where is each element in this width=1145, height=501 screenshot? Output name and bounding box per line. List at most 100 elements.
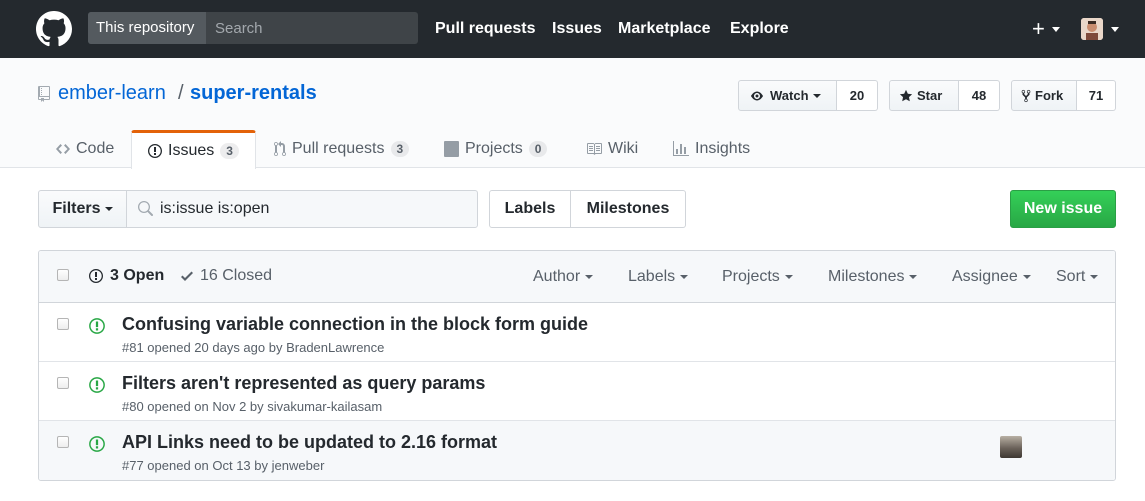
issues-list: 3 Open 16 Closed Author Labels Projects … bbox=[38, 250, 1116, 481]
labels-caret-icon bbox=[680, 275, 689, 279]
header-search-input[interactable] bbox=[206, 12, 418, 44]
star-label: Star bbox=[917, 88, 943, 103]
sort-caret-icon bbox=[1090, 275, 1099, 279]
star-icon bbox=[899, 89, 913, 101]
issue-title-link[interactable]: API Links need to be updated to 2.16 for… bbox=[122, 432, 497, 453]
assignee-caret-icon bbox=[1022, 275, 1031, 279]
milestones-select-label: Milestones bbox=[828, 268, 905, 285]
new-issue-button[interactable]: New issue bbox=[1010, 190, 1116, 228]
author-select-label: Author bbox=[533, 268, 581, 285]
tab-pull-requests[interactable]: Pull requests 3 bbox=[274, 130, 410, 168]
nav-issues[interactable]: Issues bbox=[552, 0, 602, 58]
code-icon bbox=[56, 141, 70, 157]
issue-meta-text: #77 opened on Oct 13 by bbox=[122, 458, 269, 473]
user-menu-caret-icon[interactable] bbox=[1111, 27, 1119, 32]
issue-author-link[interactable]: BradenLawrence bbox=[286, 340, 384, 355]
issue-checkbox[interactable] bbox=[57, 318, 69, 330]
issue-author-link[interactable]: sivakumar-kailasam bbox=[267, 399, 382, 414]
issue-author-link[interactable]: jenweber bbox=[272, 458, 325, 473]
watch-count[interactable]: 20 bbox=[837, 80, 878, 111]
issue-opened-icon bbox=[89, 436, 105, 452]
tab-insights[interactable]: Insights bbox=[673, 130, 750, 168]
nav-pull-requests[interactable]: Pull requests bbox=[435, 0, 535, 58]
star-button[interactable]: Star bbox=[889, 80, 959, 111]
issue-row: Confusing variable connection in the blo… bbox=[39, 303, 1115, 362]
tab-code-label: Code bbox=[76, 140, 115, 157]
issue-opened-icon bbox=[89, 377, 105, 393]
issue-title-link[interactable]: Filters aren't represented as query para… bbox=[122, 373, 485, 394]
fork-label: Fork bbox=[1035, 88, 1064, 103]
tab-pull-requests-label: Pull requests bbox=[292, 140, 385, 157]
projects-select[interactable]: Projects bbox=[722, 268, 793, 286]
book-icon bbox=[586, 141, 602, 157]
avatar-face-icon bbox=[1081, 18, 1103, 40]
nav-marketplace[interactable]: Marketplace bbox=[618, 0, 711, 58]
filters-caret-icon bbox=[104, 207, 113, 211]
issues-list-header: 3 Open 16 Closed Author Labels Projects … bbox=[39, 251, 1115, 303]
filters-label: Filters bbox=[52, 200, 101, 217]
star-count[interactable]: 48 bbox=[959, 80, 1000, 111]
tab-projects[interactable]: Projects 0 bbox=[444, 130, 548, 168]
project-icon bbox=[444, 141, 459, 157]
star-group: Star 48 bbox=[889, 80, 1000, 111]
user-avatar[interactable] bbox=[1081, 18, 1103, 40]
top-header: This repository Pull requests Issues Mar… bbox=[0, 0, 1145, 58]
github-logo-icon[interactable] bbox=[36, 11, 72, 47]
issue-meta-text: #80 opened on Nov 2 by bbox=[122, 399, 264, 414]
repo-path-separator: / bbox=[178, 82, 184, 104]
tab-code[interactable]: Code bbox=[56, 130, 114, 168]
watch-button[interactable]: Watch bbox=[738, 80, 837, 111]
repo-owner-link[interactable]: ember-learn bbox=[58, 82, 166, 105]
issue-meta: #77 opened on Oct 13 by jenweber bbox=[122, 458, 324, 473]
issue-meta: #80 opened on Nov 2 by sivakumar-kailasa… bbox=[122, 399, 382, 414]
repo-name-link[interactable]: super-rentals bbox=[190, 82, 317, 105]
fork-button[interactable]: Fork bbox=[1011, 80, 1077, 111]
tab-pull-requests-count: 3 bbox=[390, 141, 410, 157]
labels-milestones-group: Labels Milestones bbox=[489, 190, 686, 228]
milestones-button[interactable]: Milestones bbox=[571, 190, 686, 228]
nav-explore[interactable]: Explore bbox=[730, 0, 789, 58]
issue-title-link[interactable]: Confusing variable connection in the blo… bbox=[122, 314, 588, 335]
issue-opened-icon bbox=[89, 269, 103, 283]
labels-select[interactable]: Labels bbox=[628, 268, 689, 286]
closed-issues-filter[interactable]: 16 Closed bbox=[180, 267, 272, 285]
create-new-caret-icon[interactable] bbox=[1052, 27, 1060, 32]
assignee-select[interactable]: Assignee bbox=[952, 268, 1031, 286]
issue-search bbox=[126, 190, 478, 228]
select-all-checkbox[interactable] bbox=[57, 269, 69, 281]
repo-icon bbox=[38, 86, 50, 102]
search-scope-label: This repository bbox=[88, 12, 206, 44]
tab-projects-count: 0 bbox=[528, 141, 548, 157]
issue-meta: #81 opened 20 days ago by BradenLawrence bbox=[122, 340, 384, 355]
create-new-plus-icon[interactable]: + bbox=[1032, 18, 1045, 40]
search-icon bbox=[138, 201, 153, 216]
issue-search-input[interactable] bbox=[160, 191, 470, 227]
eye-icon bbox=[751, 91, 763, 100]
issue-checkbox[interactable] bbox=[57, 436, 69, 448]
issue-checkbox[interactable] bbox=[57, 377, 69, 389]
tab-issues-label: Issues bbox=[168, 142, 215, 159]
tab-issues[interactable]: Issues 3 bbox=[131, 130, 256, 169]
issue-row: Filters aren't represented as query para… bbox=[39, 362, 1115, 421]
open-issues-filter[interactable]: 3 Open bbox=[88, 267, 164, 285]
watch-group: Watch 20 bbox=[738, 80, 878, 111]
check-icon bbox=[181, 271, 193, 281]
issue-meta-text: #81 opened 20 days ago by bbox=[122, 340, 283, 355]
tab-wiki[interactable]: Wiki bbox=[586, 130, 638, 168]
tab-issues-count: 3 bbox=[220, 143, 239, 159]
labels-button[interactable]: Labels bbox=[489, 190, 571, 228]
author-select[interactable]: Author bbox=[533, 268, 594, 286]
header-search: This repository bbox=[88, 12, 418, 44]
tab-projects-label: Projects bbox=[465, 140, 523, 157]
projects-select-label: Projects bbox=[722, 268, 780, 285]
assignee-avatar[interactable] bbox=[1000, 436, 1022, 458]
fork-count[interactable]: 71 bbox=[1077, 80, 1116, 111]
milestones-select[interactable]: Milestones bbox=[828, 268, 918, 286]
issue-opened-icon bbox=[148, 143, 162, 159]
issue-row: API Links need to be updated to 2.16 for… bbox=[39, 421, 1115, 480]
milestones-caret-icon bbox=[909, 275, 918, 279]
closed-issues-label: 16 Closed bbox=[200, 267, 273, 284]
filters-button[interactable]: Filters bbox=[38, 190, 127, 228]
fork-group: Fork 71 bbox=[1011, 80, 1116, 111]
sort-select[interactable]: Sort bbox=[1056, 268, 1099, 286]
